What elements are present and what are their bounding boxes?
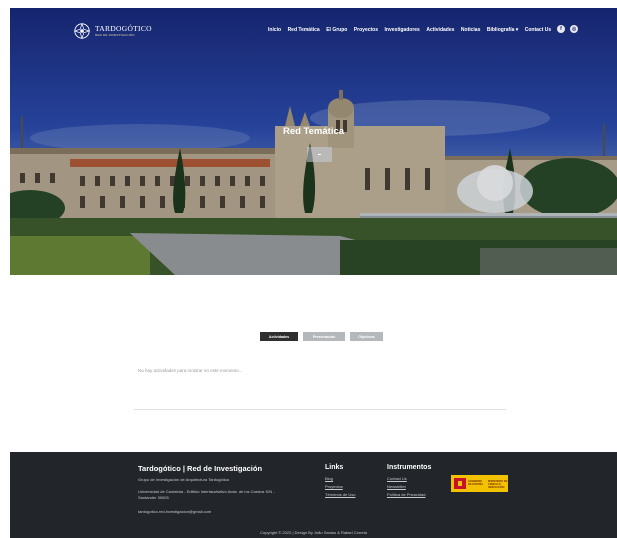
logo-subtitle: RED DE INVESTIGACIÓN [95, 33, 135, 37]
footer-link-proyectos[interactable]: Proyectos [325, 483, 355, 491]
nav-inicio[interactable]: Inicio [268, 27, 281, 33]
nav-contact-us[interactable]: Contact Us [525, 27, 551, 33]
divider [134, 409, 506, 410]
links-heading: Links [325, 464, 344, 471]
footer-email[interactable]: tardogotico.red.investigacion@gmail.com [138, 509, 211, 514]
footer-link-privacidad[interactable]: Política de Privacidad [387, 491, 431, 499]
site-logo[interactable]: TARDOGÓTICO RED DE INVESTIGACIÓN [73, 22, 152, 40]
ministerio-logo: GOBIERNO DE ESPAÑA MINISTERIO DE CIENCIA… [451, 475, 508, 492]
hero-title: Red Temática [282, 126, 345, 137]
footer-link-blog[interactable]: Blog [325, 475, 355, 483]
footer-address: Universidad de Cantabria - Edificio Inte… [138, 489, 275, 500]
nav-el-grupo[interactable]: El Grupo [326, 27, 347, 33]
footer-links-column: Links Blog Proyectos Términos de Uso [325, 464, 355, 499]
spain-shield-icon [454, 478, 466, 489]
empty-state-message: No hay actividades para mostrar en este … [138, 368, 243, 373]
nav-investigadores[interactable]: Investigadores [385, 27, 420, 33]
instagram-icon[interactable]: ◎ [570, 25, 578, 33]
tab-actividades[interactable]: Actividades [260, 332, 298, 341]
main-menu: Inicio Red Temática El Grupo Proyectos I… [268, 27, 558, 33]
nav-red-tematica[interactable]: Red Temática [288, 27, 320, 33]
top-navbar: TARDOGÓTICO RED DE INVESTIGACIÓN Inicio … [10, 8, 617, 56]
nav-noticias[interactable]: Noticias [461, 27, 480, 33]
logo-title: TARDOGÓTICO [95, 24, 152, 33]
nav-proyectos[interactable]: Proyectos [354, 27, 378, 33]
hero-banner: TARDOGÓTICO RED DE INVESTIGACIÓN Inicio … [10, 8, 617, 275]
copyright: Copyright © 2022 | Design By João Santos… [260, 530, 367, 535]
facebook-icon[interactable]: f [557, 25, 565, 33]
nav-bibliografia-dropdown[interactable]: Bibliografía ▾ [487, 27, 518, 33]
tab-presentacion[interactable]: Presentación [303, 332, 345, 341]
rosette-logo-icon [73, 22, 91, 40]
footer-subtitle: Grupo de Investigación de Arquitectura T… [138, 477, 229, 482]
page: TARDOGÓTICO RED DE INVESTIGACIÓN Inicio … [10, 0, 617, 538]
instrumentos-heading: Instrumentos [387, 464, 432, 471]
footer-instrumentos-column: Instrumentos Contact Us Newsletter Polít… [387, 464, 431, 499]
nav-actividades[interactable]: Actividades [426, 27, 454, 33]
site-footer: Tardogótico | Red de Investigación Grupo… [10, 452, 617, 538]
scroll-down-button[interactable] [307, 147, 332, 162]
tab-objetivos[interactable]: Objetivos [350, 332, 383, 341]
footer-link-terminos[interactable]: Términos de Uso [325, 491, 355, 499]
footer-title: Tardogótico | Red de Investigación [138, 464, 263, 473]
footer-link-contact[interactable]: Contact Us [387, 475, 431, 483]
footer-link-newsletter[interactable]: Newsletter [387, 483, 431, 491]
content-tabs: Actividades Presentación Objetivos [260, 332, 383, 341]
